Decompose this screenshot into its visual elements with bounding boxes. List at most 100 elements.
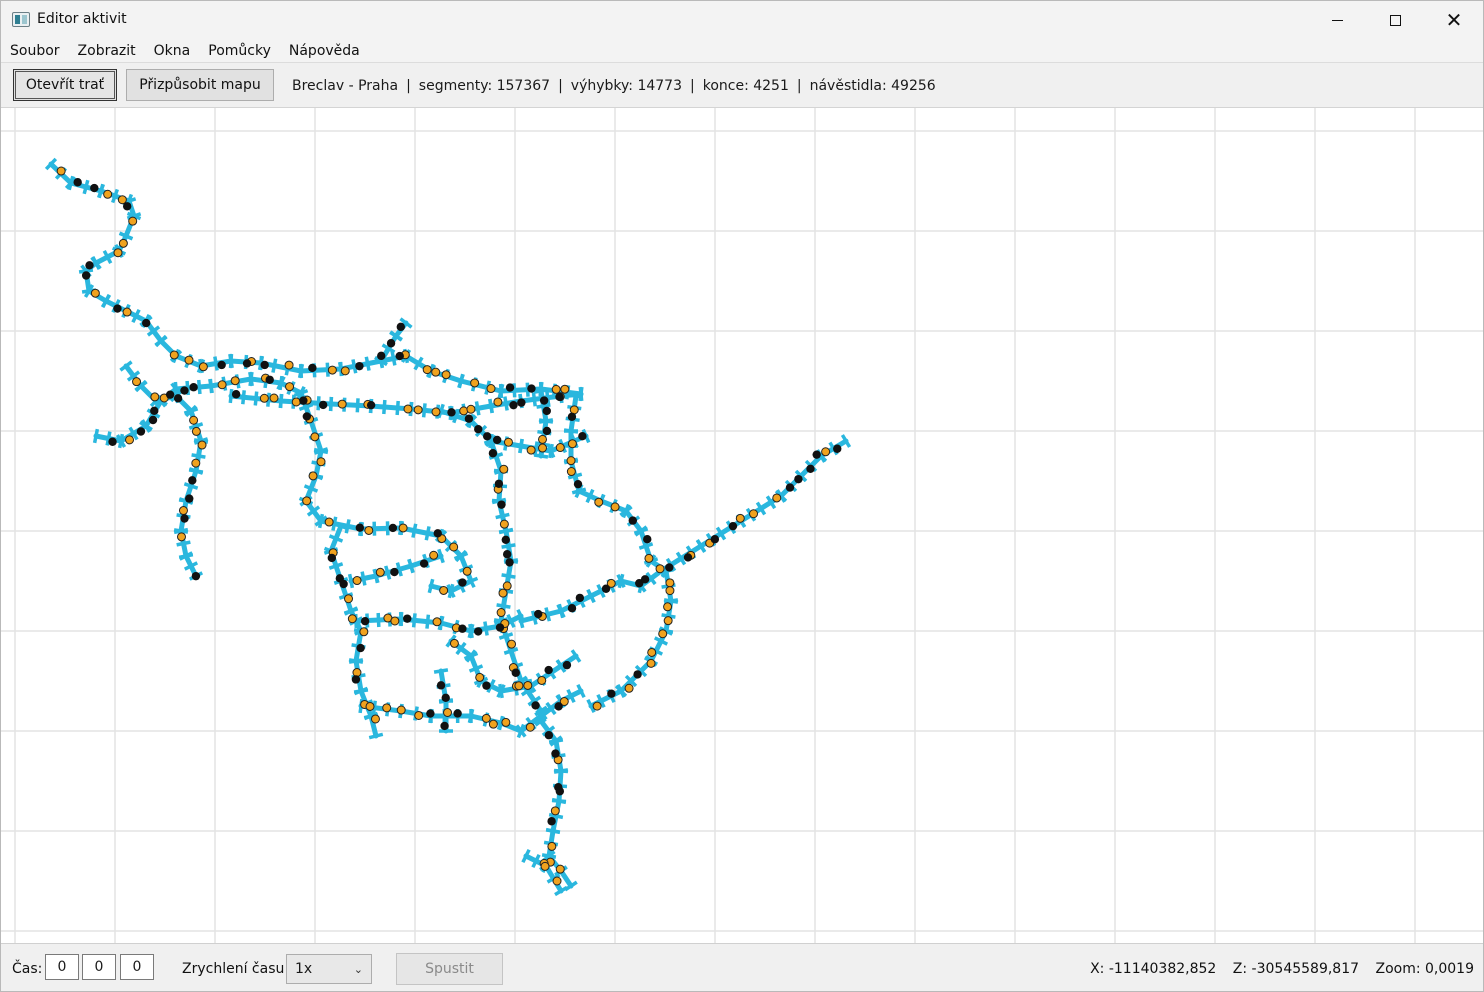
switch-marker xyxy=(150,392,160,402)
switch-marker xyxy=(230,376,240,386)
minutes-input[interactable]: 0 xyxy=(82,954,116,980)
track-tie xyxy=(553,768,569,774)
speed-select[interactable]: 1x ⌄ xyxy=(286,954,372,984)
track-tie xyxy=(407,558,415,574)
run-button[interactable]: Spustit xyxy=(396,953,503,985)
track-tie xyxy=(176,540,191,547)
menu-pomucky[interactable]: Pomůcky xyxy=(199,43,280,59)
x-coordinate: X: -11140382,852 xyxy=(1090,961,1217,977)
fit-map-button[interactable]: Přizpůsobit mapu xyxy=(126,69,274,101)
menu-soubor[interactable]: Soubor xyxy=(1,43,69,59)
track-tie xyxy=(536,403,551,409)
menu-zobrazit[interactable]: Zobrazit xyxy=(69,43,145,59)
end-marker xyxy=(482,681,491,690)
end-marker xyxy=(501,535,510,544)
menu-napoveda[interactable]: Nápověda xyxy=(280,43,369,59)
end-marker xyxy=(511,668,520,677)
time-label: Čas: xyxy=(12,961,43,977)
switch-marker xyxy=(217,380,227,390)
track-tie xyxy=(355,398,360,413)
map-canvas[interactable] xyxy=(1,108,1483,943)
end-marker xyxy=(573,479,583,489)
switch-marker xyxy=(422,365,432,375)
switch-marker xyxy=(538,443,548,453)
track-tie xyxy=(518,438,524,454)
switch-marker xyxy=(555,864,565,874)
switch-marker xyxy=(665,586,675,596)
track-map[interactable] xyxy=(1,108,1483,943)
switch-marker xyxy=(552,876,562,886)
switch-marker xyxy=(540,861,550,871)
end-marker xyxy=(150,406,159,416)
track-tie xyxy=(498,683,504,699)
switch-marker xyxy=(198,362,208,372)
track-tie xyxy=(348,658,364,664)
switch-marker xyxy=(365,701,375,711)
switch-marker xyxy=(310,432,320,442)
switch-marker xyxy=(470,378,480,388)
switch-marker xyxy=(503,437,513,447)
track-tie xyxy=(512,383,517,398)
open-track-button[interactable]: Otevřít trať xyxy=(13,69,117,101)
track-tie xyxy=(503,396,509,411)
end-marker xyxy=(458,578,467,587)
track-tie xyxy=(368,732,384,740)
close-button[interactable]: ✕ xyxy=(1425,1,1483,39)
end-marker xyxy=(554,702,563,711)
end-marker xyxy=(148,415,158,425)
track-tie xyxy=(421,403,427,418)
track-tie xyxy=(538,418,554,424)
end-marker xyxy=(265,375,274,384)
segments-count: segmenty: 157367 xyxy=(418,78,551,94)
track-tie xyxy=(468,623,474,639)
switch-marker xyxy=(647,647,657,657)
track-tie xyxy=(395,400,400,416)
seconds-input[interactable]: 0 xyxy=(120,954,154,980)
switch-marker xyxy=(466,404,476,414)
end-marker xyxy=(710,535,720,544)
switch-marker xyxy=(189,415,199,425)
track-tie xyxy=(328,562,344,570)
maximize-button[interactable] xyxy=(1366,1,1424,39)
switch-marker xyxy=(475,672,485,682)
end-marker xyxy=(539,396,549,405)
switch-marker xyxy=(359,627,369,637)
switch-marker xyxy=(396,705,406,715)
switch-marker xyxy=(431,367,441,377)
end-marker xyxy=(640,575,650,584)
track-tie xyxy=(208,378,214,394)
track-tie xyxy=(298,363,304,379)
end-marker xyxy=(505,383,515,392)
speed-label: Zrychlení času xyxy=(182,961,285,977)
track-tie xyxy=(498,383,504,399)
switch-marker xyxy=(113,248,123,258)
switch-marker xyxy=(291,397,301,407)
end-marker xyxy=(90,183,99,193)
end-marker xyxy=(517,398,526,407)
end-marker xyxy=(426,709,435,718)
track-tie xyxy=(353,686,369,696)
switch-marker xyxy=(594,497,604,507)
menu-okna[interactable]: Okna xyxy=(145,43,200,59)
switch-marker xyxy=(501,717,511,727)
switch-marker xyxy=(122,307,132,317)
track-tie xyxy=(376,612,381,628)
switch-marker xyxy=(327,365,337,375)
end-marker xyxy=(388,523,398,533)
track-tie xyxy=(382,399,387,415)
switch-marker xyxy=(655,564,665,574)
switch-marker xyxy=(432,617,442,627)
end-marker xyxy=(562,660,572,670)
switch-marker xyxy=(125,435,135,445)
track-tie xyxy=(384,565,392,580)
end-marker xyxy=(377,351,386,361)
minimize-button[interactable] xyxy=(1308,1,1366,39)
switch-marker xyxy=(398,523,408,533)
hours-input[interactable]: 0 xyxy=(45,954,79,980)
switch-marker xyxy=(390,616,400,626)
track-tie xyxy=(398,611,404,627)
end-marker xyxy=(360,616,370,626)
switch-marker xyxy=(560,384,570,394)
end-marker xyxy=(108,437,117,446)
speed-value: 1x xyxy=(295,961,313,977)
